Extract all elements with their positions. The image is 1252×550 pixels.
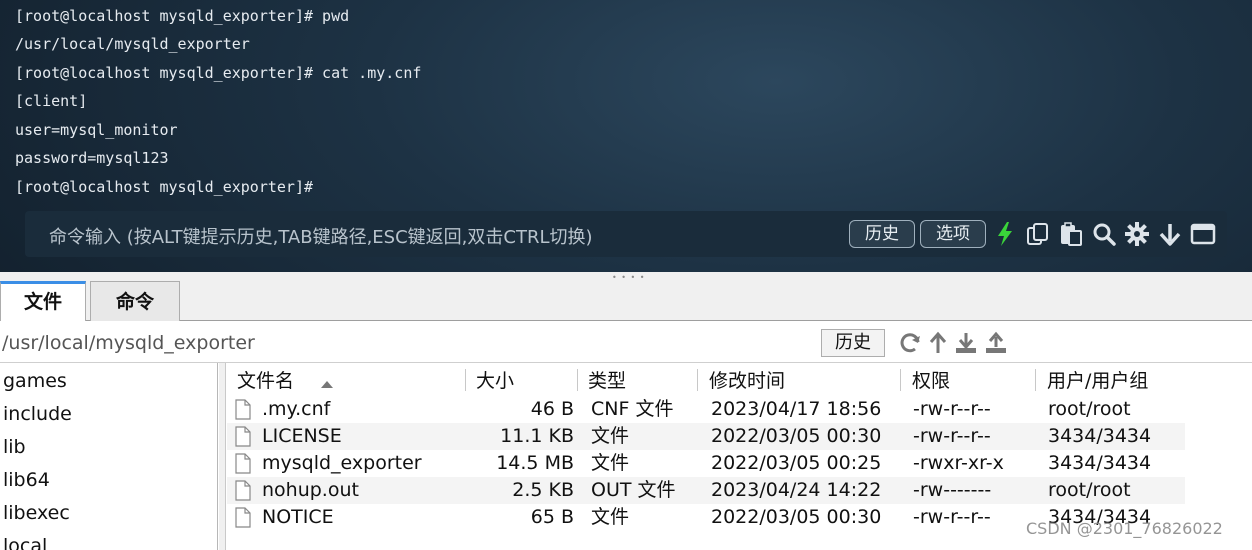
tree-item-include[interactable]: include (3, 398, 72, 431)
column-header-name[interactable]: 文件名 (237, 367, 333, 395)
column-header-owner[interactable]: 用户/用户组 (1047, 367, 1148, 395)
file-icon (235, 453, 251, 474)
file-row[interactable]: .my.cnf 46 B CNF 文件 2023/04/17 18:56 -rw… (227, 396, 1185, 423)
terminal-line: [root@localhost mysqld_exporter]# (15, 178, 314, 196)
file-owner: root/root (1048, 398, 1131, 420)
command-input-bar[interactable]: 命令输入 (按ALT键提示历史,TAB键路径,ESC键返回,双击CTRL切换) … (25, 211, 1227, 257)
column-separator[interactable] (1035, 369, 1036, 391)
history-button[interactable]: 历史 (849, 220, 915, 248)
tree-item-lib64[interactable]: lib64 (3, 464, 50, 497)
path-bar: /usr/local/mysqld_exporter 历史 (0, 321, 1252, 363)
file-permissions: -rw-r--r-- (913, 398, 991, 420)
file-row[interactable]: LICENSE 11.1 KB 文件 2022/03/05 00:30 -rw-… (227, 423, 1185, 450)
file-row[interactable]: nohup.out 2.5 KB OUT 文件 2023/04/24 14:22… (227, 477, 1185, 504)
terminal-line: user=mysql_monitor (15, 121, 178, 139)
file-name: mysqld_exporter (262, 452, 422, 474)
gear-icon[interactable] (1124, 221, 1150, 247)
file-modified: 2022/03/05 00:30 (711, 506, 882, 528)
tab-commands[interactable]: 命令 (90, 281, 180, 321)
file-name: .my.cnf (262, 398, 331, 420)
watermark: CSDN @2301_76826022 (1026, 519, 1223, 538)
file-owner: 3434/3434 (1048, 452, 1152, 474)
copy-icon[interactable] (1025, 221, 1051, 247)
options-button[interactable]: 选项 (920, 220, 986, 248)
tree-divider[interactable] (219, 363, 226, 550)
column-header-name-label: 文件名 (237, 370, 295, 392)
terminal-panel[interactable]: [root@localhost mysqld_exporter]# pwd /u… (0, 0, 1252, 272)
file-owner: root/root (1048, 479, 1131, 501)
file-size: 65 B (530, 506, 574, 528)
file-modified: 2023/04/24 14:22 (711, 479, 882, 501)
file-icon (235, 399, 251, 420)
file-size: 2.5 KB (512, 479, 574, 501)
sort-ascending-icon (321, 381, 333, 388)
tree-item-games[interactable]: games (3, 365, 67, 398)
file-name: nohup.out (262, 479, 359, 501)
terminal-line: [client] (15, 92, 88, 110)
paste-icon[interactable] (1058, 221, 1084, 247)
path-input[interactable]: /usr/local/mysqld_exporter (0, 329, 816, 357)
file-owner: 3434/3434 (1048, 425, 1152, 447)
lightning-icon[interactable] (992, 221, 1018, 247)
column-header-size[interactable]: 大小 (476, 367, 514, 395)
file-type: CNF 文件 (591, 398, 674, 420)
file-icon (235, 507, 251, 528)
tree-item-lib[interactable]: lib (3, 431, 26, 464)
up-arrow-icon[interactable] (926, 331, 950, 355)
file-size: 11.1 KB (500, 425, 574, 447)
upload-icon[interactable] (984, 331, 1008, 355)
column-separator[interactable] (697, 369, 698, 391)
column-header-type[interactable]: 类型 (588, 367, 626, 395)
file-modified: 2022/03/05 00:30 (711, 425, 882, 447)
column-header-permissions[interactable]: 权限 (912, 367, 950, 395)
file-permissions: -rw-r--r-- (913, 506, 991, 528)
file-type: 文件 (591, 425, 630, 447)
command-input-placeholder[interactable]: 命令输入 (按ALT键提示历史,TAB键路径,ESC键返回,双击CTRL切换) (49, 223, 593, 249)
file-icon (235, 426, 251, 447)
file-name: LICENSE (262, 425, 342, 447)
file-name: NOTICE (262, 506, 334, 528)
file-icon (235, 480, 251, 501)
terminal-line: [root@localhost mysqld_exporter]# cat .m… (15, 64, 422, 82)
window-icon[interactable] (1190, 221, 1216, 247)
terminal-line: [root@localhost mysqld_exporter]# pwd (15, 7, 350, 25)
file-type: 文件 (591, 506, 630, 528)
tab-files[interactable]: 文件 (0, 281, 86, 322)
path-history-button[interactable]: 历史 (821, 329, 885, 357)
download-icon[interactable] (954, 331, 978, 355)
file-permissions: -rwxr-xr-x (913, 452, 1004, 474)
directory-tree[interactable]: games include lib lib64 libexec local (0, 363, 218, 550)
tree-item-libexec[interactable]: libexec (3, 497, 70, 530)
file-row[interactable]: mysqld_exporter 14.5 MB 文件 2022/03/05 00… (227, 450, 1185, 477)
terminal-line: password=mysql123 (15, 149, 169, 167)
file-permissions: -rw------- (913, 479, 992, 501)
file-permissions: -rw-r--r-- (913, 425, 991, 447)
refresh-icon[interactable] (898, 331, 922, 355)
search-icon[interactable] (1091, 221, 1117, 247)
tree-item-local[interactable]: local (3, 530, 47, 550)
panel-splitter[interactable]: • • • • (0, 272, 1252, 282)
file-modified: 2023/04/17 18:56 (711, 398, 882, 420)
tab-bar: 文件 命令 (0, 281, 1252, 322)
file-modified: 2022/03/05 00:25 (711, 452, 882, 474)
column-header-modified[interactable]: 修改时间 (709, 367, 785, 395)
file-type: OUT 文件 (591, 479, 676, 501)
column-separator[interactable] (465, 369, 466, 391)
file-size: 46 B (530, 398, 574, 420)
terminal-line: /usr/local/mysqld_exporter (15, 35, 250, 53)
arrow-down-icon[interactable] (1157, 221, 1183, 247)
column-separator[interactable] (577, 369, 578, 391)
file-size: 14.5 MB (496, 452, 574, 474)
column-separator[interactable] (900, 369, 901, 391)
file-type: 文件 (591, 452, 630, 474)
